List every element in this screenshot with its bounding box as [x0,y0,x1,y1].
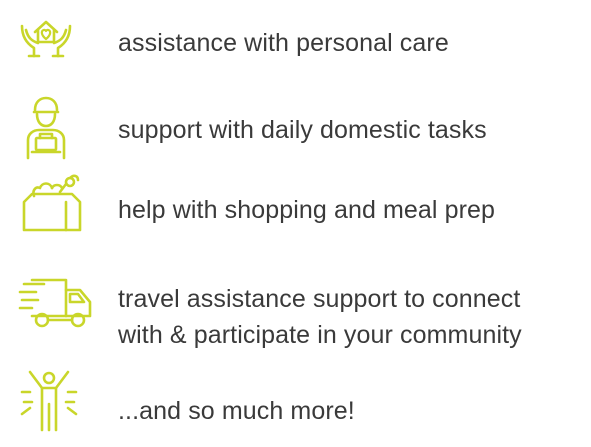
service-item-more: ...and so much more! [0,360,591,447]
carer-person-icon [22,94,70,160]
service-label-line-1: travel assistance support to connect [118,285,521,313]
service-label-line-2: with & participate in your community [118,321,522,349]
service-label: help with shopping and meal prep [118,196,496,224]
caring-hands-house-icon [18,10,74,66]
service-label: assistance with personal care [118,29,449,57]
service-item-personal-care: assistance with personal care [0,0,591,90]
service-item-travel: travel assistance support to connect wit… [0,250,591,360]
service-item-shopping: help with shopping and meal prep [0,170,591,250]
service-item-domestic-tasks: support with daily domestic tasks [0,90,591,170]
delivery-truck-icon [18,276,94,330]
celebrating-person-icon [18,368,80,432]
service-label: support with daily domestic tasks [118,116,487,144]
grocery-bag-icon [20,172,84,234]
service-label: ...and so much more! [118,397,355,425]
